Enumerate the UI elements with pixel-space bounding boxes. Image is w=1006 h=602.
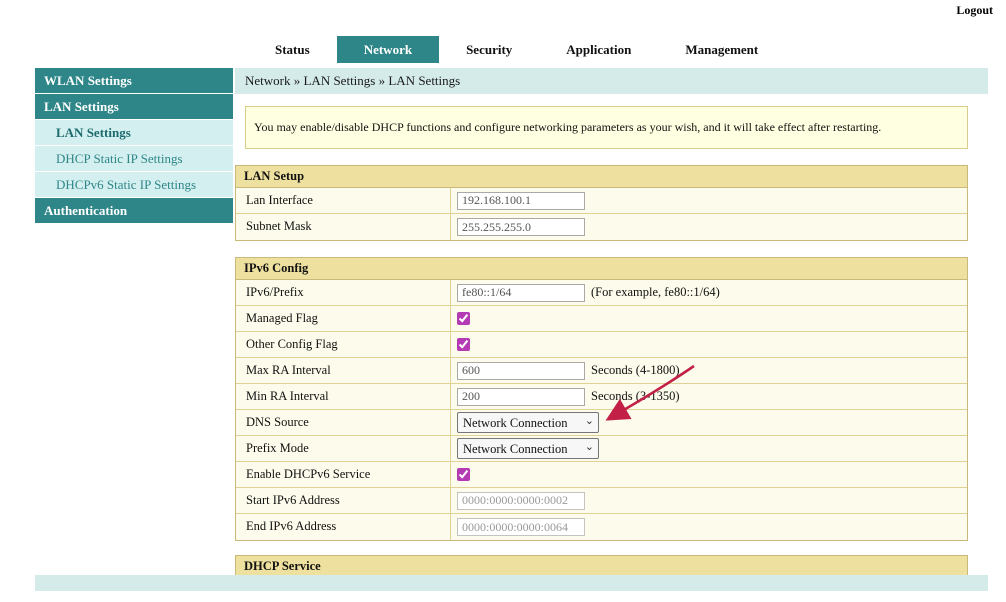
dns-source-label: DNS Source <box>236 410 451 435</box>
managed-flag-row: Managed Flag <box>236 306 967 332</box>
dns-source-row: DNS Source Network Connection ⌄ <box>236 410 967 436</box>
sidebar-item-dhcpv6-static-ip[interactable]: DHCPv6 Static IP Settings <box>35 172 233 197</box>
ipv6-prefix-label: IPv6/Prefix <box>236 280 451 305</box>
sidebar-item-lan-settings-group[interactable]: LAN Settings <box>35 94 233 119</box>
notice-box: You may enable/disable DHCP functions an… <box>245 106 968 149</box>
sidebar-item-lan-settings[interactable]: LAN Settings <box>35 120 233 145</box>
subnet-mask-row: Subnet Mask <box>236 214 967 240</box>
managed-flag-label: Managed Flag <box>236 306 451 331</box>
lan-setup-section: LAN Setup Lan Interface Subnet Mask <box>235 165 968 241</box>
other-config-flag-label: Other Config Flag <box>236 332 451 357</box>
start-ipv6-label: Start IPv6 Address <box>236 488 451 513</box>
managed-flag-checkbox[interactable] <box>457 312 470 325</box>
lan-interface-label: Lan Interface <box>236 188 451 213</box>
ipv6-prefix-row: IPv6/Prefix (For example, fe80::1/64) <box>236 280 967 306</box>
prefix-mode-select[interactable]: Network Connection <box>457 438 599 459</box>
tab-network[interactable]: Network <box>337 36 439 63</box>
ipv6-prefix-hint: (For example, fe80::1/64) <box>591 285 720 300</box>
start-ipv6-row: Start IPv6 Address <box>236 488 967 514</box>
footer-strip <box>35 575 988 591</box>
tab-security[interactable]: Security <box>439 36 539 63</box>
max-ra-interval-hint: Seconds (4-1800) <box>591 363 680 378</box>
tab-application[interactable]: Application <box>539 36 658 63</box>
sidebar-item-wlan-settings[interactable]: WLAN Settings <box>35 68 233 93</box>
min-ra-interval-row: Min RA Interval Seconds (3-1350) <box>236 384 967 410</box>
max-ra-interval-row: Max RA Interval Seconds (4-1800) <box>236 358 967 384</box>
top-nav: Status Network Security Application Mana… <box>248 36 785 63</box>
min-ra-interval-input[interactable] <box>457 388 585 406</box>
sidebar-item-authentication[interactable]: Authentication <box>35 198 233 223</box>
enable-dhcpv6-label: Enable DHCPv6 Service <box>236 462 451 487</box>
max-ra-interval-input[interactable] <box>457 362 585 380</box>
enable-dhcpv6-row: Enable DHCPv6 Service <box>236 462 967 488</box>
other-config-flag-checkbox[interactable] <box>457 338 470 351</box>
end-ipv6-input[interactable] <box>457 518 585 536</box>
ipv6-prefix-input[interactable] <box>457 284 585 302</box>
main-content: Network » LAN Settings » LAN Settings Yo… <box>235 68 988 578</box>
breadcrumb: Network » LAN Settings » LAN Settings <box>235 68 988 94</box>
max-ra-interval-label: Max RA Interval <box>236 358 451 383</box>
lan-interface-row: Lan Interface <box>236 188 967 214</box>
ipv6-config-section: IPv6 Config IPv6/Prefix (For example, fe… <box>235 257 968 541</box>
sidebar-item-dhcp-static-ip[interactable]: DHCP Static IP Settings <box>35 146 233 171</box>
dns-source-select[interactable]: Network Connection <box>457 412 599 433</box>
tab-status[interactable]: Status <box>248 36 337 63</box>
lan-setup-header: LAN Setup <box>236 166 967 188</box>
min-ra-interval-label: Min RA Interval <box>236 384 451 409</box>
sidebar: WLAN Settings LAN Settings LAN Settings … <box>35 68 233 224</box>
ipv6-config-header: IPv6 Config <box>236 258 967 280</box>
prefix-mode-row: Prefix Mode Network Connection ⌄ <box>236 436 967 462</box>
enable-dhcpv6-checkbox[interactable] <box>457 468 470 481</box>
subnet-mask-input[interactable] <box>457 218 585 236</box>
prefix-mode-label: Prefix Mode <box>236 436 451 461</box>
lan-interface-input[interactable] <box>457 192 585 210</box>
end-ipv6-label: End IPv6 Address <box>236 514 451 540</box>
other-config-flag-row: Other Config Flag <box>236 332 967 358</box>
end-ipv6-row: End IPv6 Address <box>236 514 967 540</box>
router-admin-page: Logout Status Network Security Applicati… <box>0 0 1006 602</box>
min-ra-interval-hint: Seconds (3-1350) <box>591 389 680 404</box>
tab-management[interactable]: Management <box>658 36 785 63</box>
subnet-mask-label: Subnet Mask <box>236 214 451 240</box>
logout-link[interactable]: Logout <box>956 3 993 18</box>
start-ipv6-input[interactable] <box>457 492 585 510</box>
